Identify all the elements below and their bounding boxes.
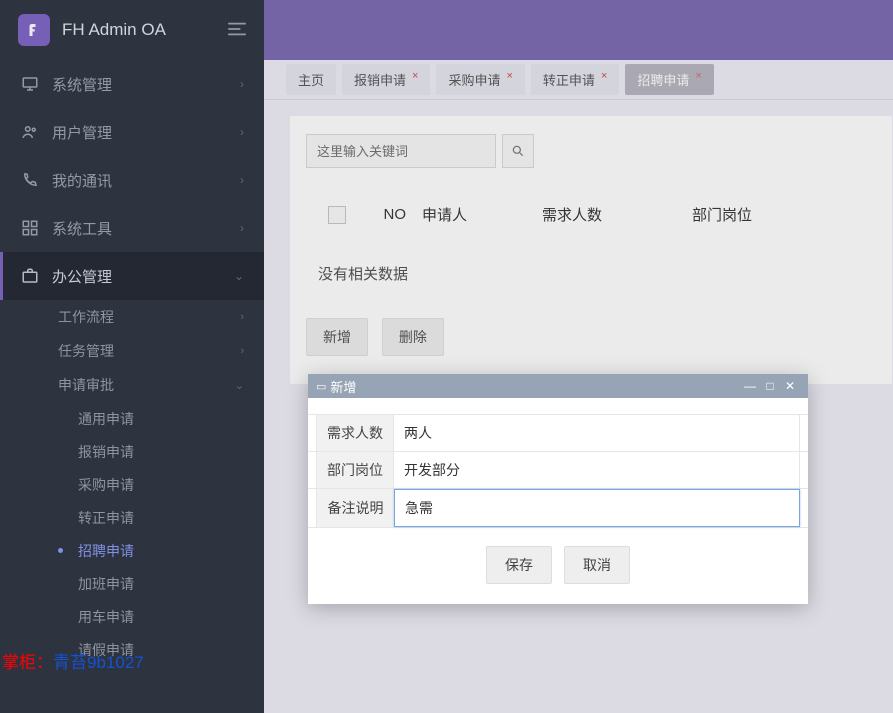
maximize-button[interactable]: □ (760, 379, 780, 393)
save-button[interactable]: 保存 (486, 546, 552, 584)
remark-input[interactable] (395, 490, 799, 526)
dialog-title: 新增 (330, 377, 356, 396)
dialog-titlebar[interactable]: ▭ 新增 — □ ✕ (308, 374, 808, 398)
window-icon: ▭ (316, 380, 326, 393)
cancel-button[interactable]: 取消 (564, 546, 630, 584)
dialog-body: 需求人数 部门岗位 备注说明 保存 取消 (308, 398, 808, 604)
form-row-need: 需求人数 (308, 414, 808, 451)
minimize-button[interactable]: — (740, 379, 760, 393)
watermark: 掌柜：青苔9b1027 (0, 648, 144, 673)
position-input[interactable] (394, 452, 799, 488)
close-button[interactable]: ✕ (780, 379, 800, 393)
dialog-actions: 保存 取消 (308, 528, 808, 604)
need-label: 需求人数 (316, 415, 394, 451)
modal-overlay[interactable] (0, 0, 893, 713)
position-label: 部门岗位 (316, 452, 394, 488)
watermark-prefix: 掌柜： (2, 653, 53, 672)
form-row-remark: 备注说明 (308, 488, 808, 528)
watermark-code: 青苔9b1027 (53, 653, 144, 672)
need-input[interactable] (394, 415, 799, 451)
add-dialog: ▭ 新增 — □ ✕ 需求人数 部门岗位 备注说明 保存 取消 (308, 374, 808, 604)
remark-label: 备注说明 (316, 489, 394, 527)
form-row-position: 部门岗位 (308, 451, 808, 488)
